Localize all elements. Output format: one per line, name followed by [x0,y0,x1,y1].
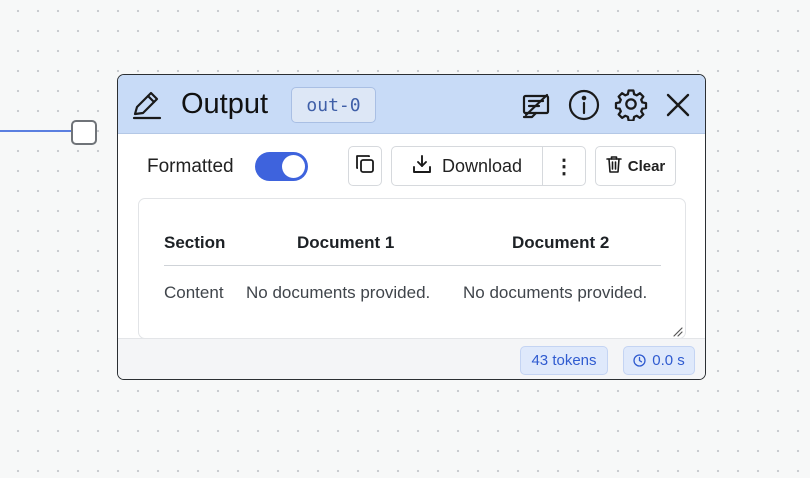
clear-label: Clear [627,157,666,175]
download-button[interactable]: Download [391,146,543,186]
table-header-document-1: Document 1 [297,233,395,252]
output-node[interactable]: Output out-0 Formatted Download ⋮ Clear … [117,74,706,380]
trash-icon [605,155,622,178]
input-port[interactable] [71,120,97,145]
gear-icon[interactable] [614,87,648,121]
copy-icon [354,153,376,180]
more-vertical-icon: ⋮ [554,155,574,178]
hide-preview-icon[interactable] [519,89,553,123]
info-icon[interactable] [567,88,601,122]
formatted-toggle[interactable] [255,152,308,181]
run-time-badge: 0.0 s [623,346,695,375]
run-time-value: 0.0 s [652,352,685,369]
table-cell-document-1: No documents provided. [246,283,431,302]
table-header-section: Section [164,233,226,252]
formatted-label: Formatted [147,156,234,177]
token-count-badge: 43 tokens [520,346,608,375]
table-cell-document-2: No documents provided. [463,283,648,302]
node-header[interactable]: Output out-0 [118,75,705,134]
table-header-document-2: Document 2 [512,233,610,252]
clear-button[interactable]: Clear [595,146,676,186]
toggle-knob [282,155,305,178]
connection-edge [0,130,76,132]
node-id-badge: out-0 [291,87,376,123]
download-icon [412,154,432,179]
resize-handle-icon[interactable] [671,324,683,337]
more-options-button[interactable]: ⋮ [542,146,586,186]
table-cell-section: Content [164,283,224,302]
node-title: Output [181,88,269,120]
output-toolbar: Formatted Download ⋮ Clear [118,134,705,196]
close-icon[interactable] [661,88,695,122]
output-content[interactable]: Section Document 1 Document 2 Content No… [138,198,686,339]
table-divider [164,265,661,266]
node-footer: 43 tokens 0.0 s [118,338,705,379]
clock-icon [633,354,646,367]
pencil-icon[interactable] [130,89,162,121]
copy-button[interactable] [348,146,382,186]
download-label: Download [442,155,523,176]
